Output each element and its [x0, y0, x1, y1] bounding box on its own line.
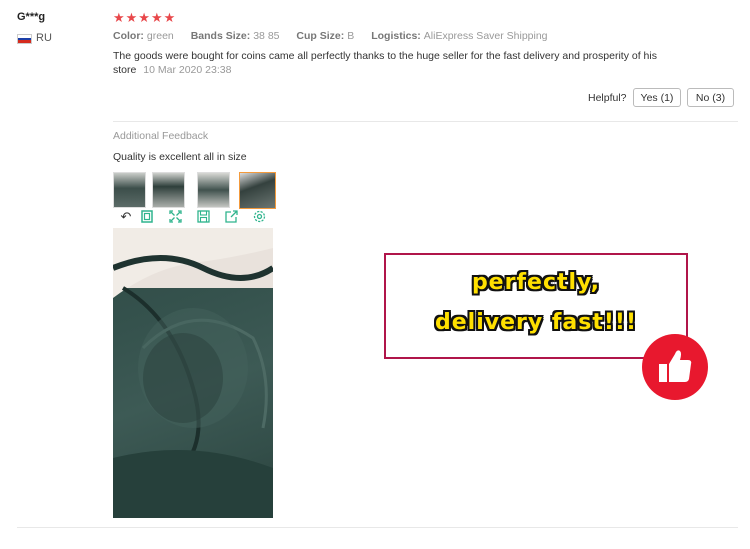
star-rating: ★★★★★: [113, 10, 177, 25]
reviewer-country: RU: [36, 32, 52, 44]
additional-feedback-text: Quality is excellent all in size: [113, 151, 247, 163]
attr-bands-size-value: 38 85: [253, 30, 280, 42]
photo-thumbnail-selected[interactable]: [239, 172, 276, 209]
attr-color-label: Color:: [113, 30, 144, 42]
save-icon[interactable]: [196, 210, 210, 224]
photo-thumbnail[interactable]: [113, 172, 146, 208]
photo-thumbnail[interactable]: [152, 172, 185, 208]
helpful-no-button[interactable]: No (3): [687, 88, 734, 107]
bottom-divider: [17, 527, 738, 528]
fit-icon[interactable]: [140, 210, 154, 224]
thumbs-up-icon: [642, 334, 708, 400]
promo-overlay-line2: delivery fast!!!: [435, 310, 637, 335]
attr-cup-size-value: B: [347, 30, 355, 42]
settings-icon[interactable]: [252, 210, 266, 224]
review-date: 10 Mar 2020 23:38: [143, 64, 232, 76]
share-icon[interactable]: [224, 210, 238, 224]
reviewer-name: G***g: [17, 11, 46, 23]
attr-bands-size-label: Bands Size:: [190, 30, 251, 42]
rotate-icon[interactable]: ↶: [119, 210, 133, 224]
helpful-yes-button[interactable]: Yes (1): [633, 88, 681, 107]
helpful-label: Helpful?: [588, 92, 627, 104]
attr-logistics-label: Logistics:: [371, 30, 421, 42]
attr-color-value: green: [146, 30, 174, 42]
divider: [113, 121, 738, 122]
russia-flag-icon: [17, 34, 32, 44]
photo-thumbnail[interactable]: [197, 172, 230, 208]
expand-icon[interactable]: [168, 210, 182, 224]
promo-overlay-line1: perfectly,: [471, 270, 601, 295]
review-text-block: The goods were bought for coins came all…: [113, 49, 673, 77]
additional-feedback-title: Additional Feedback: [113, 130, 209, 142]
order-attributes: Color: green Bands Size: 38 85 Cup Size: B …: [113, 30, 562, 42]
review-photo[interactable]: [113, 228, 273, 518]
attr-cup-size-label: Cup Size:: [296, 30, 345, 42]
attr-logistics-value: AliExpress Saver Shipping: [423, 30, 548, 42]
